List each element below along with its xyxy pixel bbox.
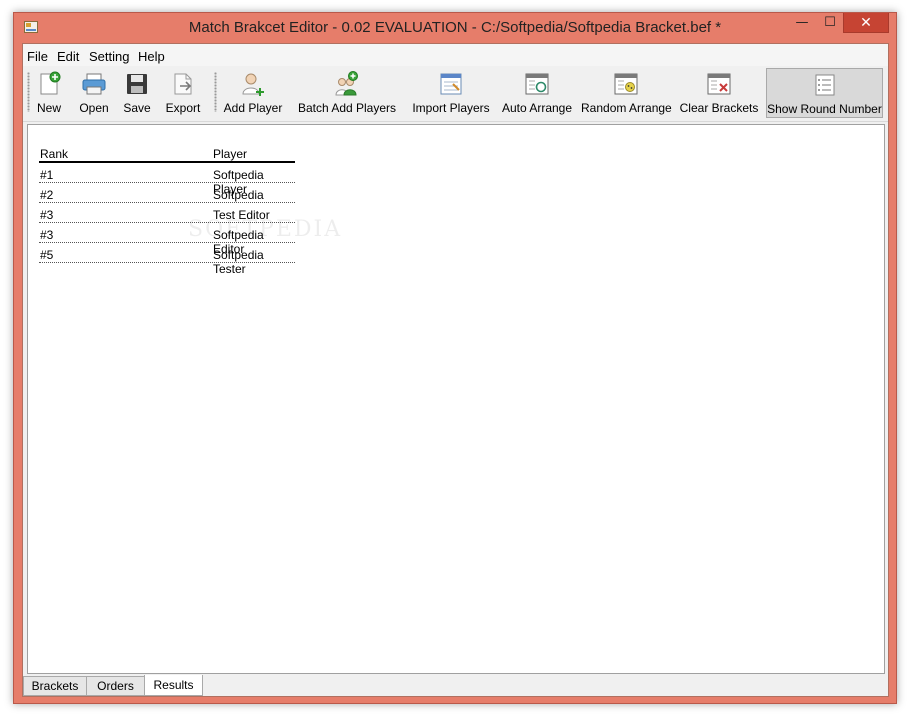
results-panel[interactable]: SOFTPEDIA Rank Player #1 Softpedia Playe… bbox=[27, 124, 885, 674]
clear-brackets-button[interactable]: Clear Brackets bbox=[677, 68, 761, 118]
toolbar-grip[interactable] bbox=[27, 72, 30, 112]
window-title: Match Brakcet Editor - 0.02 EVALUATION -… bbox=[188, 19, 722, 36]
table-row: #3 Softpedia Editor bbox=[39, 223, 295, 256]
app-window: Match Brakcet Editor - 0.02 EVALUATION -… bbox=[13, 12, 897, 704]
table-header: Rank Player bbox=[39, 145, 295, 163]
row-rank: #3 bbox=[40, 228, 54, 242]
row-player: Softpedia Tester bbox=[213, 248, 264, 276]
tab-results[interactable]: Results bbox=[144, 675, 203, 696]
new-button[interactable]: New bbox=[33, 68, 65, 118]
random-arrange-label: Random Arrange bbox=[581, 101, 672, 115]
table-row: #5 Softpedia Tester bbox=[39, 243, 295, 276]
tab-brackets[interactable]: Brackets bbox=[23, 676, 87, 696]
import-players-button[interactable]: Import Players bbox=[407, 68, 495, 118]
clear-brackets-label: Clear Brackets bbox=[679, 101, 759, 115]
menu-file[interactable]: File bbox=[27, 49, 48, 64]
save-label: Save bbox=[123, 101, 151, 115]
auto-arrange-label: Auto Arrange bbox=[501, 101, 573, 115]
show-round-number-button[interactable]: Show Round Number bbox=[766, 68, 883, 118]
open-printer-icon bbox=[82, 73, 106, 95]
results-table: Rank Player #1 Softpedia Player #2 Softp… bbox=[39, 145, 295, 276]
batch-add-players-icon bbox=[335, 71, 358, 96]
row-rank: #3 bbox=[40, 208, 54, 222]
menu-setting[interactable]: Setting bbox=[89, 49, 129, 64]
menu-bar: File Edit Setting Help bbox=[23, 44, 888, 66]
open-button[interactable]: Open bbox=[75, 68, 113, 118]
menu-edit[interactable]: Edit bbox=[57, 49, 79, 64]
table-row: #2 Softpedia bbox=[39, 183, 295, 203]
auto-arrange-icon bbox=[525, 73, 549, 95]
add-player-icon bbox=[242, 73, 264, 96]
batch-add-players-button[interactable]: Batch Add Players bbox=[295, 68, 399, 118]
batch-add-players-label: Batch Add Players bbox=[297, 101, 397, 115]
new-label: New bbox=[36, 101, 61, 115]
import-players-icon bbox=[440, 73, 462, 95]
row-player: Softpedia bbox=[213, 188, 264, 202]
minimize-button[interactable]: — bbox=[789, 13, 815, 33]
new-file-icon bbox=[40, 71, 61, 95]
tab-orders[interactable]: Orders bbox=[86, 676, 145, 696]
menu-help[interactable]: Help bbox=[138, 49, 165, 64]
table-row: #1 Softpedia Player bbox=[39, 163, 295, 196]
view-tabs: Brackets Orders Results bbox=[23, 675, 888, 696]
row-rank: #2 bbox=[40, 188, 54, 202]
maximize-button[interactable]: ☐ bbox=[817, 13, 843, 33]
toolbar: New Open Save Export Add Player Batch Ad… bbox=[23, 66, 888, 122]
table-row: #3 Test Editor bbox=[39, 203, 295, 223]
save-button[interactable]: Save bbox=[119, 68, 155, 118]
export-label: Export bbox=[165, 101, 201, 115]
add-player-label: Add Player bbox=[223, 101, 283, 115]
clear-brackets-icon bbox=[707, 73, 731, 95]
client-area: File Edit Setting Help New Open Save Exp… bbox=[22, 43, 889, 697]
title-bar[interactable]: Match Brakcet Editor - 0.02 EVALUATION -… bbox=[14, 13, 896, 43]
random-arrange-button[interactable]: Random Arrange bbox=[581, 68, 672, 118]
save-floppy-icon bbox=[127, 74, 147, 94]
export-icon bbox=[174, 73, 192, 95]
row-rank: #5 bbox=[40, 248, 54, 262]
auto-arrange-button[interactable]: Auto Arrange bbox=[499, 68, 575, 118]
header-rank: Rank bbox=[40, 147, 69, 161]
random-arrange-icon bbox=[614, 73, 638, 95]
row-rank: #1 bbox=[40, 168, 54, 182]
add-player-button[interactable]: Add Player bbox=[221, 68, 285, 118]
close-button[interactable]: ✕ bbox=[843, 13, 889, 33]
header-player: Player bbox=[213, 147, 248, 161]
row-player: Test Editor bbox=[213, 208, 270, 222]
export-button[interactable]: Export bbox=[161, 68, 205, 118]
import-players-label: Import Players bbox=[412, 101, 490, 115]
open-label: Open bbox=[79, 101, 109, 115]
toolbar-grip-2[interactable] bbox=[214, 72, 217, 112]
show-round-number-label: Show Round Number bbox=[767, 102, 882, 116]
show-round-number-icon bbox=[815, 74, 834, 96]
